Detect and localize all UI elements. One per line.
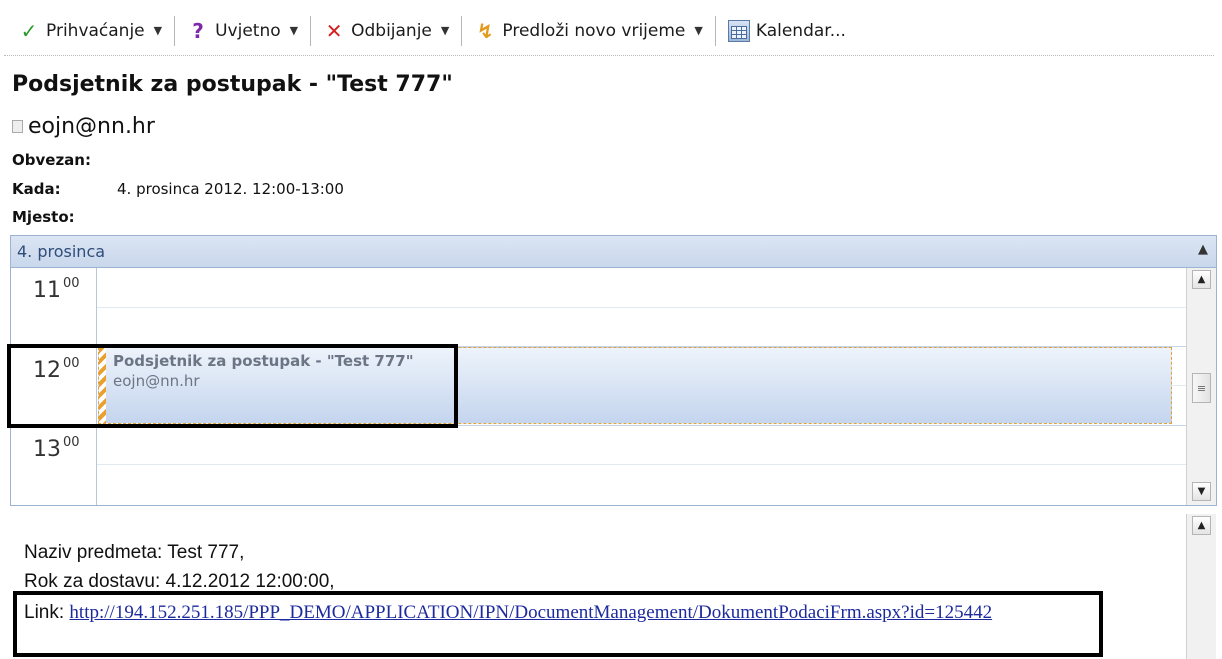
accept-label: Prihvaćanje: [46, 20, 145, 41]
when-label: Kada:: [12, 180, 61, 198]
checkmark-icon: ✓: [20, 18, 38, 43]
calendar-button[interactable]: Kalendar...: [722, 14, 852, 48]
toolbar-separator: [174, 15, 176, 46]
x-icon: ✕: [325, 18, 343, 43]
chevron-down-icon[interactable]: ▼: [290, 24, 298, 37]
appointment-highlight-box: [7, 344, 458, 428]
half-hour-line: [97, 464, 1186, 465]
calendar-scrollbar[interactable]: ▲ ≡ ▼: [1186, 268, 1216, 505]
toolbar-separator: [310, 15, 312, 46]
time-label-11: 11 00: [33, 276, 80, 303]
tentative-button[interactable]: ? Uvjetno ▼: [181, 14, 304, 48]
response-toolbar: ✓ Prihvaćanje ▼ ? Uvjetno ▼ ✕ Odbijanje …: [4, 6, 1214, 56]
propose-time-icon: ↯: [476, 18, 494, 43]
chevron-down-icon[interactable]: ▼: [441, 24, 449, 37]
decline-label: Odbijanje: [351, 20, 432, 41]
chevron-down-icon[interactable]: ▼: [694, 24, 702, 37]
calendar-date-label: 4. prosinca: [17, 242, 106, 261]
location-label: Mjesto:: [12, 208, 75, 226]
propose-label: Predloži novo vrijeme: [502, 20, 686, 41]
toolbar-separator: [714, 15, 716, 46]
body-link-line: Link: http://194.152.251.185/PPP_DEMO/AP…: [24, 600, 1104, 625]
required-label: Obvezan:: [12, 151, 91, 169]
scroll-up-icon[interactable]: ▲: [1192, 516, 1211, 535]
half-hour-line: [97, 307, 1186, 308]
scroll-thumb[interactable]: ≡: [1192, 373, 1211, 403]
body-deadline-line: Rok za dostavu: 4.12.2012 12:00:00,: [24, 571, 335, 592]
sender-status-icon: [12, 120, 23, 133]
tentative-label: Uvjetno: [215, 20, 281, 41]
toolbar-separator: [461, 15, 463, 46]
propose-new-time-button[interactable]: ↯ Predloži novo vrijeme ▼: [468, 14, 708, 48]
chevron-down-icon[interactable]: ▼: [154, 24, 162, 37]
body-subject-line: Naziv predmeta: Test 777,: [24, 542, 245, 563]
sender-row: eojn@nn.hr: [12, 114, 155, 139]
scroll-up-icon[interactable]: ▲: [1192, 270, 1211, 289]
decline-button[interactable]: ✕ Odbijanje ▼: [317, 14, 455, 48]
link-label: Link:: [24, 602, 65, 623]
document-link[interactable]: http://194.152.251.185/PPP_DEMO/APPLICAT…: [69, 602, 992, 623]
calendar-date-header: 4. prosinca ▲: [11, 236, 1216, 268]
collapse-icon[interactable]: ▲: [1198, 242, 1208, 257]
scroll-down-icon[interactable]: ▼: [1192, 482, 1211, 501]
calendar-label: Kalendar...: [755, 20, 846, 41]
time-label-13: 13 00: [33, 435, 80, 462]
calendar-icon: [727, 19, 750, 42]
message-subject: Podsjetnik za postupak - "Test 777": [12, 72, 453, 97]
accept-button[interactable]: ✓ Prihvaćanje ▼: [12, 14, 168, 48]
when-value: 4. prosinca 2012. 12:00-13:00: [117, 180, 344, 198]
question-mark-icon: ?: [192, 18, 204, 43]
sender-address[interactable]: eojn@nn.hr: [28, 114, 155, 139]
body-scrollbar[interactable]: ▲: [1186, 514, 1216, 659]
